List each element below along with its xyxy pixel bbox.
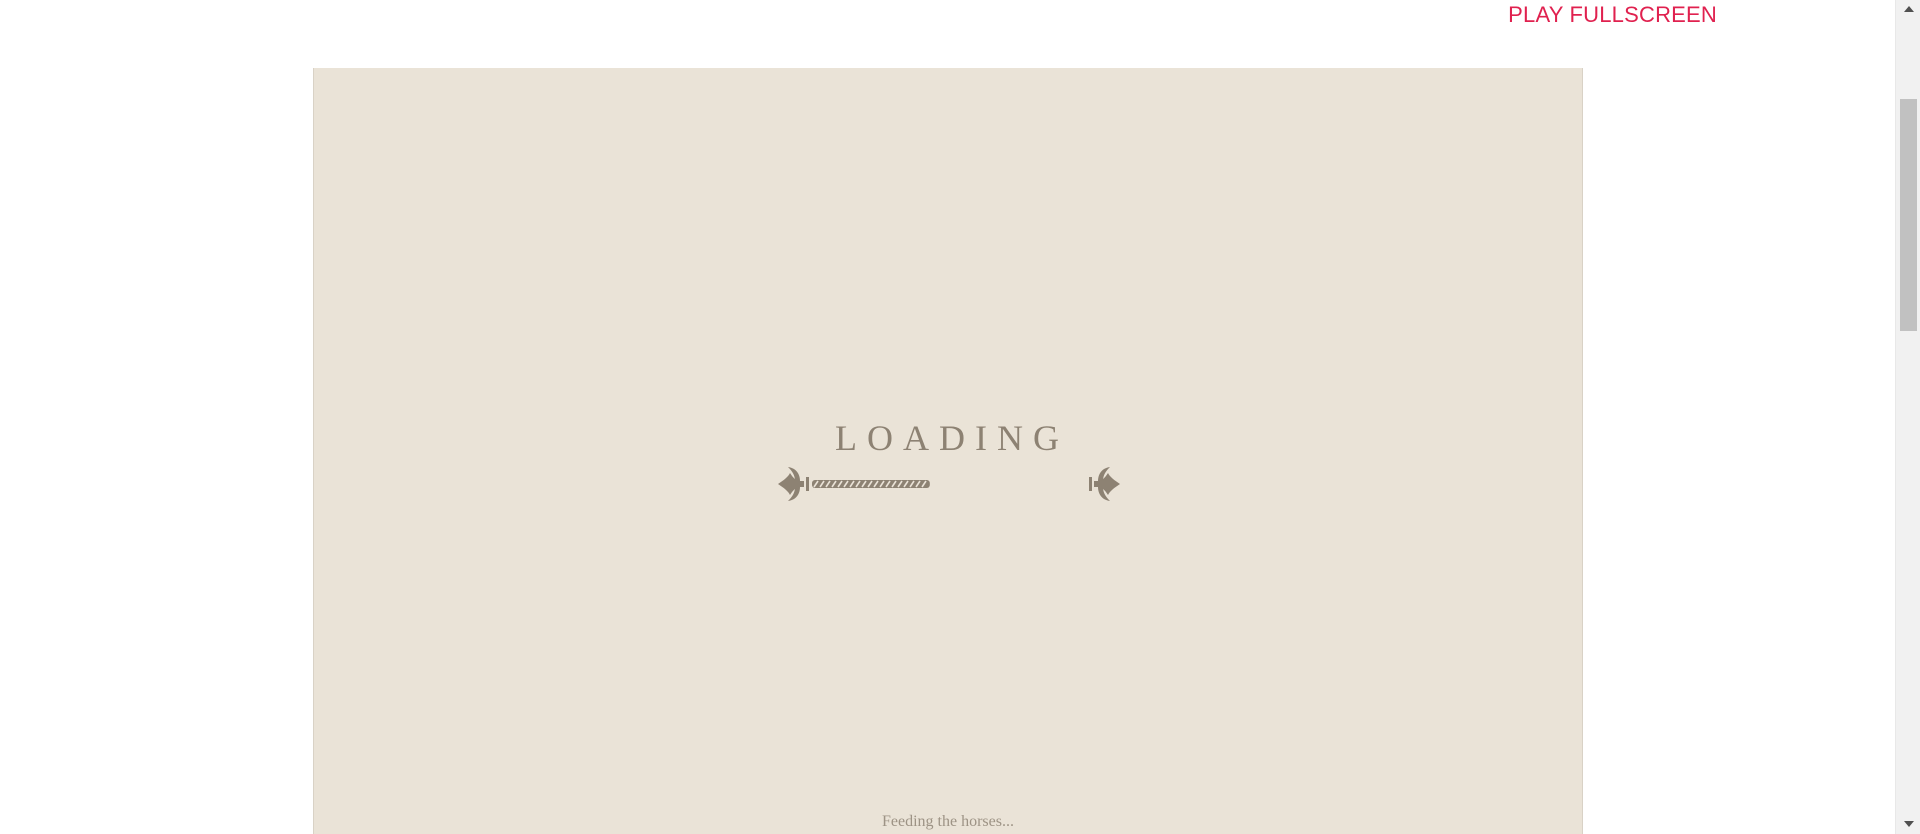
- left-fleur-icon: [778, 467, 809, 501]
- page: PLAY FULLSCREEN LOADING Feeding the hors…: [0, 0, 1920, 834]
- scroll-down-button[interactable]: [1896, 814, 1920, 834]
- progress-fill: [812, 480, 930, 488]
- scrollbar-thumb[interactable]: [1900, 99, 1917, 331]
- play-fullscreen-link[interactable]: PLAY FULLSCREEN: [1508, 2, 1717, 28]
- game-canvas[interactable]: LOADING Feeding the horses...: [313, 68, 1583, 834]
- vertical-scrollbar[interactable]: [1895, 0, 1920, 834]
- triangle-down-icon: [1903, 821, 1914, 827]
- triangle-up-icon: [1903, 6, 1914, 12]
- loading-status-message: Feeding the horses...: [882, 813, 1014, 830]
- loading-title: LOADING: [835, 418, 1069, 458]
- scroll-up-button[interactable]: [1896, 0, 1920, 20]
- loading-progress-bar: [778, 467, 1120, 501]
- right-fleur-icon: [1089, 467, 1120, 501]
